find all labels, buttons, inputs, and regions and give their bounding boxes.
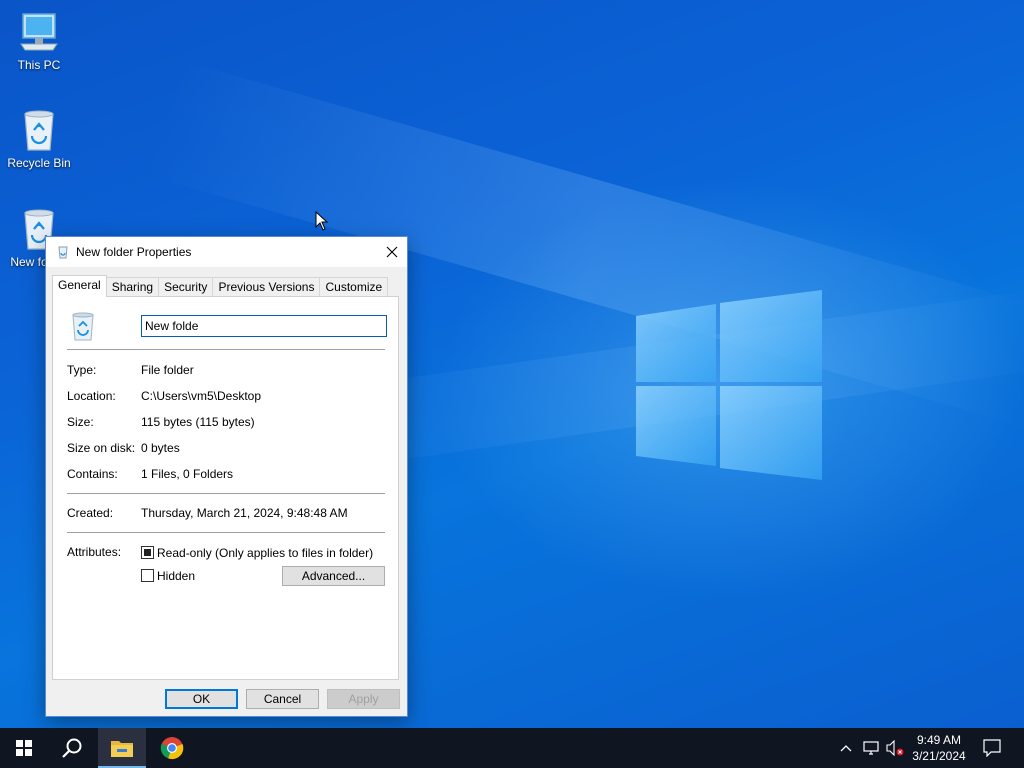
chevron-up-icon [840,745,852,752]
start-button[interactable] [0,728,48,768]
created-value: Thursday, March 21, 2024, 9:48:48 AM [141,506,348,520]
action-center-button[interactable] [976,728,1008,768]
size-value: 115 bytes (115 bytes) [141,415,255,429]
separator [67,349,385,350]
file-explorer-taskbar-button[interactable] [98,728,146,768]
cancel-button[interactable]: Cancel [246,689,319,709]
dialog-title: New folder Properties [76,245,192,259]
contains-label: Contains: [67,467,118,481]
desktop-icon-label: Recycle Bin [7,156,71,170]
chrome-taskbar-button[interactable] [148,728,196,768]
show-hidden-icons-button[interactable] [836,728,856,768]
folder-name-input[interactable] [141,315,387,337]
location-label: Location: [67,389,116,403]
size-on-disk-label: Size on disk: [67,441,136,455]
attributes-label: Attributes: [67,545,122,559]
hidden-label: Hidden [157,569,196,583]
tab-general[interactable]: General [52,275,107,297]
contains-value: 1 Files, 0 Folders [141,467,234,481]
start-icon [16,740,32,756]
properties-dialog: New folder Properties General Sharing Se… [45,236,408,717]
taskbar: 9:49 AM 3/21/2024 [0,728,1024,768]
tab-customize[interactable]: Customize [319,277,389,297]
volume-muted-icon [886,740,904,756]
tab-previous-versions[interactable]: Previous Versions [212,277,321,297]
desktop-icon-this-pc[interactable]: This PC [0,8,78,72]
chrome-icon [160,737,184,760]
dialog-titlebar[interactable]: New folder Properties [46,237,407,267]
computer-icon [20,13,58,51]
network-icon [863,741,879,755]
search-button[interactable] [48,728,96,768]
readonly-checkbox[interactable] [141,546,154,559]
recycle-bin-icon [72,312,94,341]
type-value: File folder [141,363,194,377]
tab-security[interactable]: Security [158,277,214,297]
desktop-icon-recycle-bin[interactable]: Recycle Bin [0,106,78,170]
recycle-bin-icon [24,110,54,151]
size-on-disk-value: 0 bytes [141,441,180,455]
readonly-label: Read-only (Only applies to files in fold… [157,546,374,560]
general-tab-panel: Type: File folder Location: C:\Users\vm5… [52,296,399,680]
size-label: Size: [67,415,94,429]
location-value: C:\Users\vm5\Desktop [141,389,262,403]
hidden-checkbox[interactable] [141,569,154,582]
created-label: Created: [67,506,114,520]
tab-sharing[interactable]: Sharing [105,277,160,297]
close-icon [386,246,398,258]
separator [67,493,385,494]
network-button[interactable] [860,728,882,768]
apply-button[interactable]: Apply [327,689,400,709]
mouse-cursor-icon [315,211,329,231]
advanced-button[interactable]: Advanced... [282,566,385,586]
search-icon [62,738,82,758]
taskbar-clock[interactable]: 9:49 AM 3/21/2024 [904,732,974,764]
type-label: Type: [67,363,97,377]
separator [67,532,385,533]
notification-icon [983,739,1001,757]
clock-date: 3/21/2024 [912,749,966,763]
tab-strip: General Sharing Security Previous Versio… [52,275,389,297]
file-explorer-icon [111,741,133,757]
windows-logo-wallpaper [636,290,822,480]
volume-button[interactable] [884,728,906,768]
clock-time: 9:49 AM [916,733,962,747]
desktop-icon-label: This PC [17,58,61,72]
close-button[interactable] [377,237,407,267]
desktop: This PC Recycle Bin New folder New folde… [0,0,1024,728]
recycle-bin-icon [58,246,68,259]
ok-button[interactable]: OK [165,689,238,709]
